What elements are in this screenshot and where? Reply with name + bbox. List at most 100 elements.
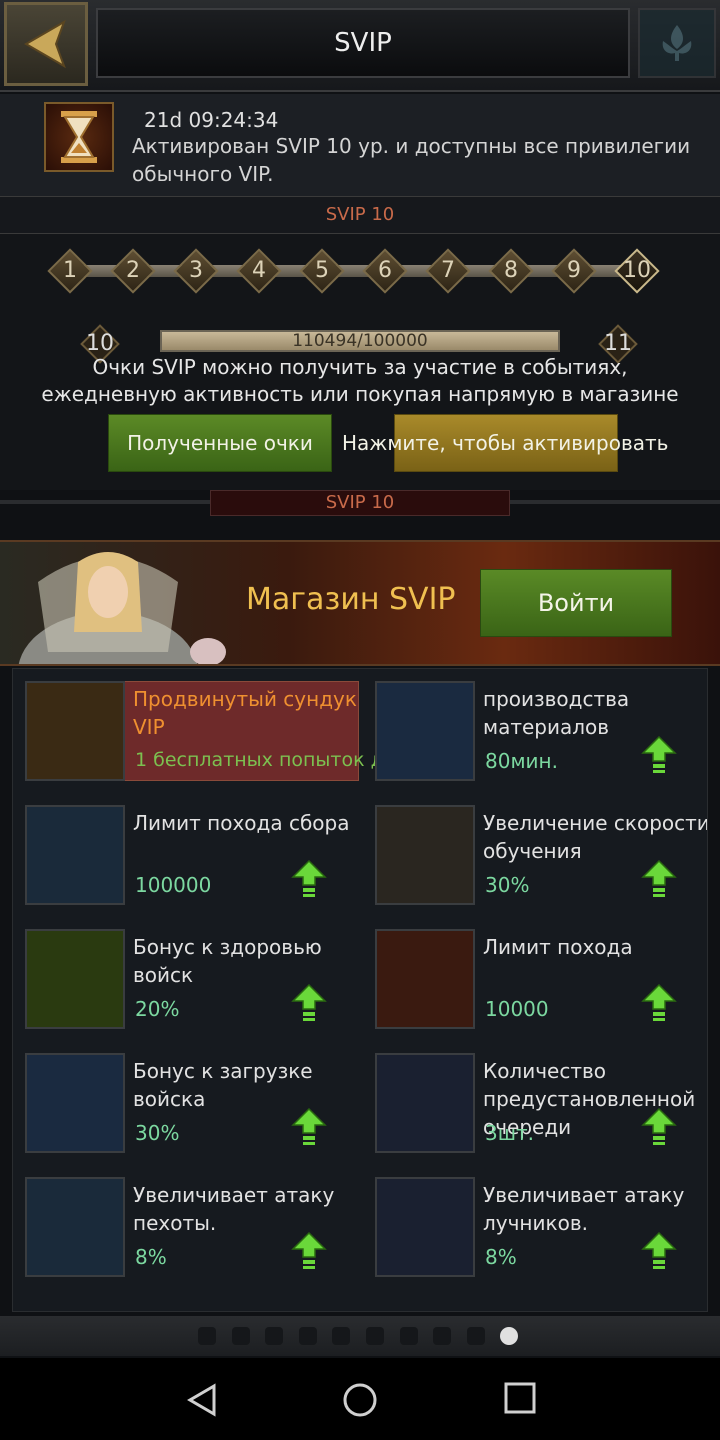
- privilege-value: 10000: [485, 997, 549, 1021]
- level-number: 4: [252, 258, 266, 283]
- svip-status-panel: 21d 09:24:34 Активирован SVIP 10 ур. и д…: [0, 94, 720, 196]
- privilege-value: 80мин.: [485, 749, 558, 773]
- privilege-item[interactable]: Продвинутый сундук VIP 1 бесплатных попыт…: [13, 669, 408, 781]
- page-indicator: [0, 1316, 720, 1356]
- page-title: SVIP: [96, 8, 630, 78]
- privilege-value: 8%: [485, 1245, 517, 1269]
- page-dot[interactable]: [332, 1327, 351, 1345]
- privilege-item[interactable]: Бонус к загрузке войска 30%: [13, 1041, 353, 1153]
- upgrade-arrow-icon: [641, 859, 677, 897]
- page-dot[interactable]: [265, 1327, 284, 1345]
- privilege-value: 3шт.: [485, 1121, 535, 1145]
- privilege-item[interactable]: Бонус к здоровью войск 20%: [13, 917, 353, 1029]
- level-number: 7: [441, 258, 455, 283]
- svip-info-text: Очки SVIP можно получить за участие в со…: [0, 354, 720, 408]
- level-number: 2: [126, 258, 140, 283]
- level-node-4[interactable]: 4: [236, 248, 282, 294]
- level-node-10[interactable]: 10: [614, 248, 660, 294]
- privilege-name: Бонус к загрузке войска: [133, 1059, 313, 1111]
- privilege-item[interactable]: Лимит похода 10000: [363, 917, 703, 1029]
- privilege-value: 100000: [135, 873, 212, 897]
- march-limit-icon: [375, 929, 475, 1029]
- crest-button[interactable]: [638, 8, 716, 78]
- received-points-button[interactable]: Полученные очки: [108, 414, 332, 472]
- training-speed-icon: [375, 805, 475, 905]
- svip-shop-banner: Магазин SVIP Войти: [0, 540, 720, 666]
- page-dot[interactable]: [466, 1327, 485, 1345]
- level-number: 5: [315, 258, 329, 283]
- privilege-name: Лимит похода: [483, 935, 633, 959]
- privilege-name: производства материалов: [483, 687, 630, 739]
- page-dot[interactable]: [399, 1327, 418, 1345]
- page-dot[interactable]: [500, 1327, 519, 1345]
- level-node-1[interactable]: 1: [47, 248, 93, 294]
- hourglass-icon: [44, 102, 114, 172]
- back-arrow-icon: [24, 19, 66, 69]
- back-button[interactable]: [4, 2, 88, 86]
- troop-health-icon: [25, 929, 125, 1029]
- level-node-2[interactable]: 2: [110, 248, 156, 294]
- page-dot[interactable]: [231, 1327, 250, 1345]
- privilege-item[interactable]: Увеличивает атаку лучников. 8%: [363, 1165, 703, 1277]
- privilege-item[interactable]: Увеличивает атаку пехоты. 8%: [13, 1165, 353, 1277]
- top-bar: SVIP: [0, 0, 720, 92]
- privilege-item[interactable]: Лимит похода сбора 100000: [13, 793, 353, 905]
- nav-recents-icon[interactable]: [502, 1380, 538, 1416]
- progress-text: 110494/100000: [292, 331, 428, 351]
- level-number: 8: [504, 258, 518, 283]
- svip-timer: 21d 09:24:34: [144, 108, 279, 132]
- privileges-grid: Продвинутый сундук VIP 1 бесплатных попыт…: [12, 668, 708, 1312]
- level-node-8[interactable]: 8: [488, 248, 534, 294]
- activate-button-label[interactable]: Нажмите, чтобы активировать: [342, 414, 682, 472]
- page-dot[interactable]: [433, 1327, 452, 1345]
- preset-queue-icon: [375, 1053, 475, 1153]
- level-node-5[interactable]: 5: [299, 248, 345, 294]
- privilege-value: 30%: [485, 873, 530, 897]
- level-number: 9: [567, 258, 581, 283]
- svip-level-label-bottom: SVIP 10: [210, 490, 510, 516]
- page-dot[interactable]: [366, 1327, 384, 1345]
- level-node-9[interactable]: 9: [551, 248, 597, 294]
- upgrade-arrow-icon: [291, 1107, 327, 1145]
- privilege-item[interactable]: Количество предустановленной очереди 3шт.: [363, 1041, 703, 1153]
- hammer-icon: [375, 681, 475, 781]
- system-nav-bar: [0, 1358, 720, 1440]
- shop-enter-button[interactable]: Войти: [480, 569, 672, 637]
- page-dot[interactable]: [198, 1327, 216, 1345]
- level-number: 3: [189, 258, 203, 283]
- level-node-7[interactable]: 7: [425, 248, 471, 294]
- infantry-attack-icon: [25, 1177, 125, 1277]
- upgrade-arrow-icon: [641, 983, 677, 1021]
- shop-title: Магазин SVIP: [246, 582, 456, 617]
- privilege-value: 8%: [135, 1245, 167, 1269]
- upgrade-arrow-icon: [291, 1231, 327, 1269]
- fleur-crest-icon: [662, 25, 692, 61]
- upgrade-arrow-icon: [641, 735, 677, 773]
- privilege-name: Лимит похода сбора: [133, 811, 350, 835]
- privilege-name: Продвинутый сундук VIP: [133, 687, 357, 739]
- nav-home-icon[interactable]: [340, 1380, 380, 1420]
- privilege-name: Увеличение скорости обучения: [483, 811, 708, 863]
- svip-level-label: SVIP 10: [0, 196, 720, 234]
- privilege-value: 20%: [135, 997, 180, 1021]
- page-dot[interactable]: [298, 1327, 317, 1345]
- privilege-name: Увеличивает атаку пехоты.: [133, 1183, 335, 1235]
- info-line-2: ежедневную активность или покупая напрям…: [41, 382, 679, 406]
- privilege-item[interactable]: производства материалов 80мин.: [363, 669, 703, 781]
- level-number: 6: [378, 258, 392, 283]
- upgrade-arrow-icon: [641, 1107, 677, 1145]
- upgrade-arrow-icon: [291, 983, 327, 1021]
- level-node-6[interactable]: 6: [362, 248, 408, 294]
- gather-march-icon: [25, 805, 125, 905]
- archer-attack-icon: [375, 1177, 475, 1277]
- info-line-1: Очки SVIP можно получить за участие в со…: [92, 355, 628, 379]
- queen-portrait-icon: [18, 552, 226, 664]
- upgrade-arrow-icon: [641, 1231, 677, 1269]
- nav-back-icon[interactable]: [182, 1380, 222, 1420]
- svip-status-message: Активирован SVIP 10 ур. и доступны все п…: [132, 134, 691, 186]
- privilege-item[interactable]: Увеличение скорости обучения 30%: [363, 793, 707, 905]
- privilege-name: Бонус к здоровью войск: [133, 935, 322, 987]
- svip-progress-bar: 110494/100000: [160, 330, 560, 352]
- level-node-3[interactable]: 3: [173, 248, 219, 294]
- level-number: 10: [623, 258, 651, 283]
